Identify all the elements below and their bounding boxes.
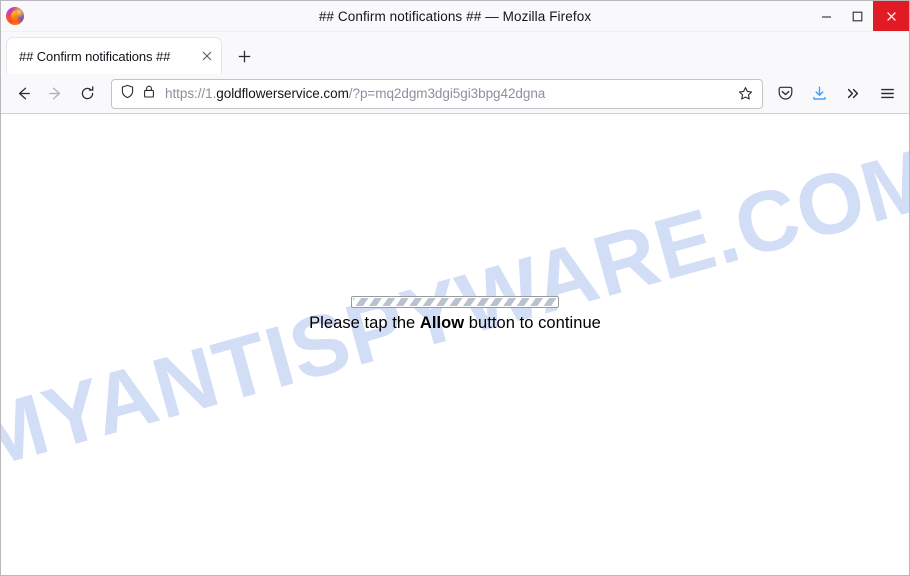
arrow-left-icon bbox=[18, 87, 30, 100]
bookmark-star-icon[interactable] bbox=[732, 81, 758, 107]
url-text[interactable]: https://1.goldflowerservice.com/?p=mq2dg… bbox=[165, 86, 732, 101]
url-path: /?p=mq2dgm3dgi5gi3bpg42dgna bbox=[348, 86, 546, 101]
navigation-toolbar: https://1.goldflowerservice.com/?p=mq2dg… bbox=[1, 74, 909, 114]
window-title: ## Confirm notifications ## — Mozilla Fi… bbox=[318, 8, 592, 24]
toolbar-icons bbox=[769, 79, 903, 109]
overflow-chevrons-icon[interactable] bbox=[837, 79, 869, 109]
tab-confirm-notifications[interactable]: ## Confirm notifications ## bbox=[7, 38, 221, 74]
progress-bar-fill bbox=[353, 298, 557, 306]
prompt-message: Please tap the Allow button to continue bbox=[1, 314, 909, 333]
firefox-window: ## Confirm notifications ## — Mozilla Fi… bbox=[0, 0, 910, 576]
url-identity-box[interactable] bbox=[120, 84, 156, 104]
prompt-emphasis: Allow bbox=[419, 314, 465, 332]
window-controls bbox=[811, 1, 909, 31]
reload-icon bbox=[81, 86, 93, 100]
prompt-prefix: Please tap the bbox=[309, 314, 420, 332]
close-button[interactable] bbox=[873, 1, 909, 31]
lock-icon[interactable] bbox=[142, 84, 156, 104]
page-content: MYANTISPYWARE.COM Please tap the Allow b… bbox=[1, 114, 909, 575]
firefox-logo-icon bbox=[6, 7, 24, 25]
url-host: goldflowerservice.com bbox=[216, 86, 349, 101]
forward-button[interactable] bbox=[39, 79, 71, 109]
minimize-button[interactable] bbox=[811, 1, 842, 31]
url-scheme: https://1. bbox=[165, 86, 217, 101]
notification-prompt: Please tap the Allow button to continue bbox=[1, 296, 909, 333]
downloads-icon[interactable] bbox=[803, 79, 835, 109]
shield-icon[interactable] bbox=[120, 84, 135, 104]
arrow-right-icon bbox=[48, 87, 60, 100]
loading-progress-bar bbox=[351, 296, 559, 308]
prompt-suffix: button to continue bbox=[464, 314, 601, 332]
title-bar: ## Confirm notifications ## — Mozilla Fi… bbox=[1, 1, 909, 32]
tab-close-icon[interactable] bbox=[199, 48, 215, 64]
hamburger-menu-icon[interactable] bbox=[871, 79, 903, 109]
tab-strip: ## Confirm notifications ## bbox=[1, 32, 909, 74]
maximize-button[interactable] bbox=[842, 1, 873, 31]
back-button[interactable] bbox=[7, 79, 39, 109]
new-tab-button[interactable] bbox=[229, 41, 259, 71]
tab-label: ## Confirm notifications ## bbox=[19, 48, 171, 64]
pocket-icon[interactable] bbox=[769, 79, 801, 109]
reload-button[interactable] bbox=[71, 79, 103, 109]
address-bar[interactable]: https://1.goldflowerservice.com/?p=mq2dg… bbox=[111, 78, 763, 109]
